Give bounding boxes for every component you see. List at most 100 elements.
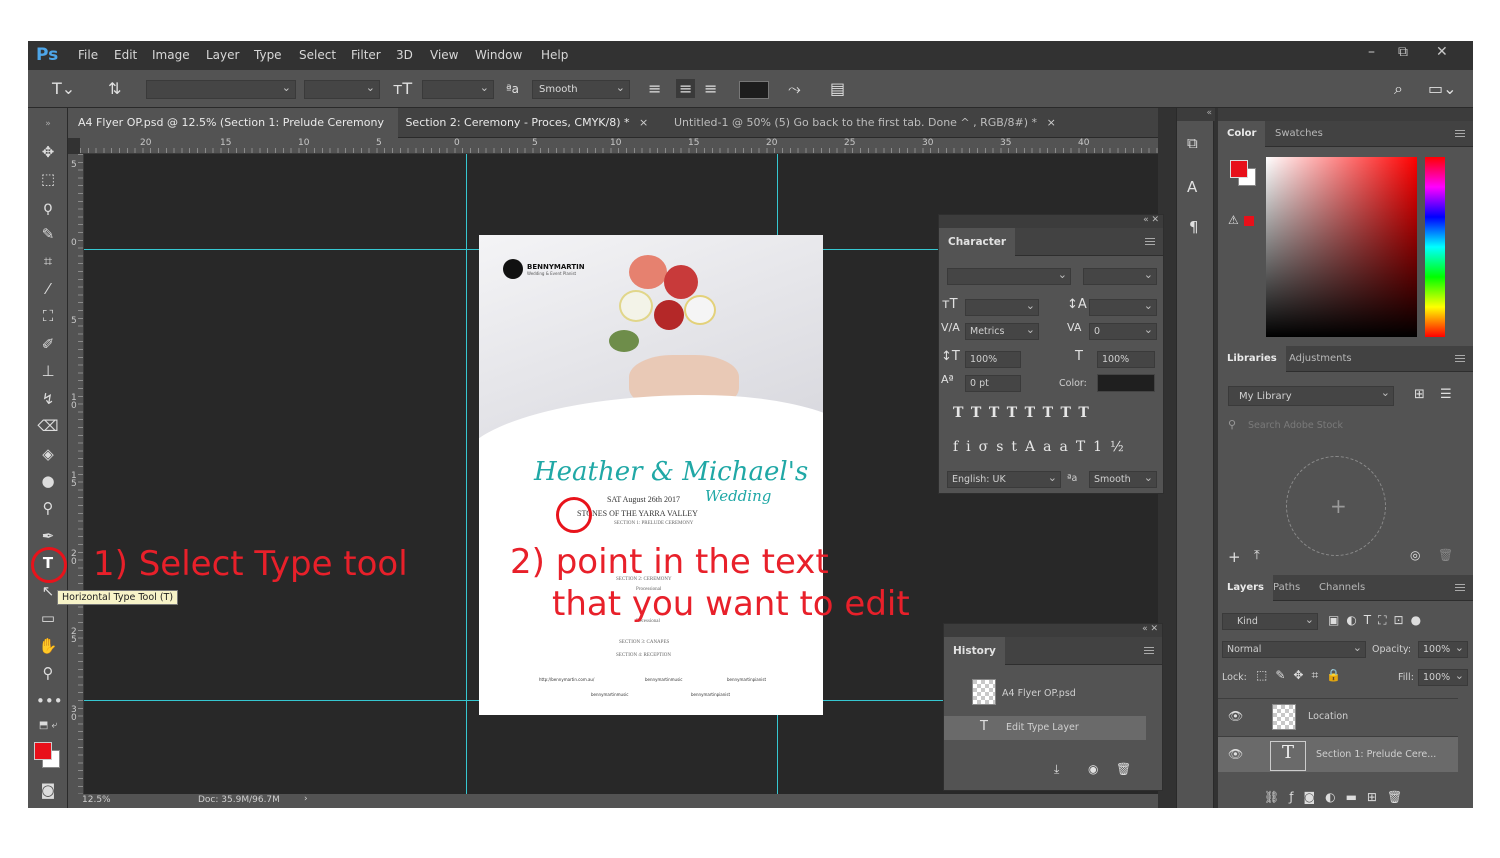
history-item-selected[interactable]: T Edit Type Layer xyxy=(944,716,1146,740)
layer-name[interactable]: Location xyxy=(1308,711,1348,722)
snapshot-camera-icon[interactable]: ◉ xyxy=(1088,762,1098,776)
upload-icon[interactable]: ⤒ xyxy=(1254,548,1260,563)
menu-view[interactable]: View xyxy=(430,48,458,62)
text-color-swatch[interactable] xyxy=(1097,374,1155,392)
font-family-field[interactable] xyxy=(947,268,1071,285)
panel-menu-icon[interactable] xyxy=(1455,130,1465,138)
trash-icon[interactable]: 🗑 xyxy=(1438,548,1453,562)
quick-mask-icon[interactable]: ◙ xyxy=(36,780,60,800)
align-left-icon[interactable]: ≡ xyxy=(648,79,661,98)
blend-mode-dropdown[interactable]: Normal xyxy=(1222,641,1366,658)
healing-brush-tool-icon[interactable]: ⛶ xyxy=(36,306,60,326)
leading-field[interactable] xyxy=(1089,299,1157,316)
kerning-field[interactable]: Metrics xyxy=(965,323,1039,340)
history-brush-tool-icon[interactable]: ↯ xyxy=(36,389,60,409)
character-panel-icon[interactable]: A xyxy=(1187,178,1197,196)
lock-icons[interactable]: ⬚✎✥⌗🔒 xyxy=(1256,668,1349,683)
foreground-color-swatch[interactable] xyxy=(34,742,52,760)
character-panel-title[interactable]: Character xyxy=(939,228,1016,256)
move-tool-icon[interactable]: ✥ xyxy=(36,142,60,162)
paragraph-panel-icon[interactable]: ¶ xyxy=(1189,218,1199,236)
gamut-color-chip[interactable] xyxy=(1244,216,1254,226)
menu-edit[interactable]: Edit xyxy=(114,48,137,62)
color-picker-field[interactable] xyxy=(1266,157,1417,337)
font-size-field[interactable] xyxy=(965,299,1039,316)
layer-filter-dropdown[interactable]: Kind xyxy=(1222,613,1318,630)
eyedropper-tool-icon[interactable]: ⁄ xyxy=(36,279,60,299)
tab-color[interactable]: Color xyxy=(1218,121,1266,147)
panel-close-icon[interactable]: « ✕ xyxy=(1143,215,1159,225)
tab-libraries[interactable]: Libraries xyxy=(1218,346,1286,372)
flyer-document[interactable]: BENNYMARTIN Wedding & Event Planist Heat… xyxy=(479,235,823,715)
tab-a4-flyer[interactable]: A4 Flyer OP.psd @ 12.5% (Section 1: Prel… xyxy=(68,108,648,138)
text-color-swatch[interactable] xyxy=(739,81,769,99)
brush-tool-icon[interactable]: ✐ xyxy=(36,334,60,354)
new-document-from-state-icon[interactable]: ⤓ xyxy=(1054,762,1059,777)
foreground-color-swatch[interactable] xyxy=(1230,160,1248,178)
fill-field[interactable]: 100% xyxy=(1418,669,1468,686)
baseline-shift-field[interactable]: 0 pt xyxy=(965,375,1021,392)
minimize-button[interactable]: – xyxy=(1368,44,1375,60)
restore-button[interactable]: ⧉ xyxy=(1398,44,1408,60)
layer-row[interactable]: 👁 Location xyxy=(1218,698,1458,734)
pen-tool-icon[interactable]: ✒ xyxy=(36,526,60,546)
eraser-tool-icon[interactable]: ⌫ xyxy=(36,416,60,436)
toggle-orientation-icon[interactable]: ⇅ xyxy=(108,79,121,98)
out-of-gamut-warning-icon[interactable]: ⚠ xyxy=(1228,213,1239,227)
collapse-dock-icon[interactable]: « xyxy=(1177,108,1215,121)
blur-tool-icon[interactable]: ● xyxy=(36,471,60,491)
opentype-buttons[interactable]: fiσstAaaT1½ xyxy=(953,439,1132,455)
layer-row-selected[interactable]: 👁 T Section 1: Prelude Cere... xyxy=(1218,736,1458,772)
quick-selection-tool-icon[interactable]: ✎ xyxy=(36,224,60,244)
rectangle-tool-icon[interactable]: ▭ xyxy=(36,608,60,628)
panel-close-icon[interactable]: « ✕ xyxy=(1142,624,1158,634)
close-icon[interactable]: × xyxy=(639,116,648,129)
dodge-tool-icon[interactable]: ⚲ xyxy=(36,498,60,518)
tracking-field[interactable]: 0 xyxy=(1089,323,1157,340)
history-panel-title[interactable]: History xyxy=(944,637,1005,665)
lasso-tool-icon[interactable]: ϙ xyxy=(36,197,60,217)
tab-adjustments[interactable]: Adjustments xyxy=(1280,346,1361,372)
close-button[interactable]: ✕ xyxy=(1436,44,1448,60)
more-tools-icon[interactable]: ••• xyxy=(36,691,63,711)
tab-paths[interactable]: Paths xyxy=(1264,575,1309,601)
panel-menu-icon[interactable] xyxy=(1145,238,1155,246)
menu-3d[interactable]: 3D xyxy=(396,48,413,62)
marquee-tool-icon[interactable]: ⬚ xyxy=(36,169,60,189)
cloud-sync-icon[interactable]: ◎ xyxy=(1410,548,1420,562)
collapse-toolbar-icon[interactable]: » xyxy=(36,114,60,134)
visibility-eye-icon[interactable]: 👁 xyxy=(1228,747,1243,761)
tab-untitled-1[interactable]: Untitled-1 @ 50% (5) Go back to the firs… xyxy=(664,108,1066,138)
faux-style-buttons[interactable]: TTTTTTTT xyxy=(953,405,1097,421)
menu-window[interactable]: Window xyxy=(475,48,522,62)
crop-tool-icon[interactable]: ⌗ xyxy=(36,251,60,271)
layer-action-icons[interactable]: ⛓ƒ◙◐▬⊞🗑 xyxy=(1264,790,1412,804)
warp-text-icon[interactable]: ⤳ xyxy=(788,79,801,99)
hue-slider[interactable] xyxy=(1425,157,1445,337)
add-icon[interactable]: + xyxy=(1330,494,1347,518)
align-center-icon[interactable]: ≡ xyxy=(676,79,696,98)
history-item[interactable]: A4 Flyer OP.psd xyxy=(944,674,1152,712)
align-right-icon[interactable]: ≡ xyxy=(704,79,717,98)
layer-name[interactable]: Section 1: Prelude Cere... xyxy=(1316,749,1436,760)
guide-line[interactable] xyxy=(466,154,467,794)
font-style-field[interactable] xyxy=(1083,268,1157,285)
language-dropdown[interactable]: English: UK xyxy=(947,471,1061,488)
search-icon[interactable]: ⌕ xyxy=(1394,79,1403,99)
hand-tool-icon[interactable]: ✋ xyxy=(36,636,60,656)
trash-icon[interactable]: 🗑 xyxy=(1116,762,1131,776)
vertical-scale-field[interactable]: 100% xyxy=(965,351,1021,368)
antialias-dropdown[interactable]: Smooth xyxy=(1089,471,1157,488)
add-content-icon[interactable]: + xyxy=(1228,548,1241,566)
swap-colors-icon[interactable]: ⬒ ⤶ xyxy=(36,716,60,736)
type-tool-preset-icon[interactable]: T⌄ xyxy=(52,79,75,98)
font-style-dropdown[interactable] xyxy=(304,80,380,99)
clone-stamp-tool-icon[interactable]: ⊥ xyxy=(36,361,60,381)
close-icon[interactable]: × xyxy=(1047,116,1056,129)
menu-type[interactable]: Type xyxy=(254,48,282,62)
menu-image[interactable]: Image xyxy=(152,48,190,62)
opacity-field[interactable]: 100% xyxy=(1418,641,1468,658)
library-dropdown[interactable]: My Library xyxy=(1228,386,1394,406)
status-menu-arrow[interactable]: › xyxy=(304,794,308,804)
character-panel-toggle-icon[interactable]: ▤ xyxy=(830,79,845,98)
